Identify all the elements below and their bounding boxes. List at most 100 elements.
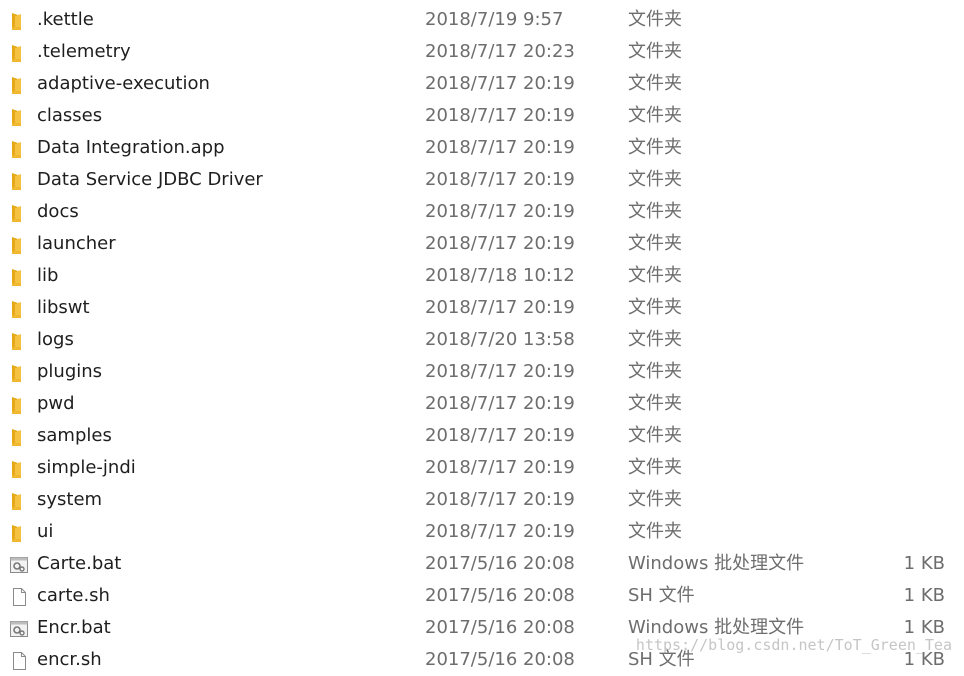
file-name: adaptive-execution: [37, 73, 210, 94]
file-name: .kettle: [37, 9, 94, 30]
folder-icon: [12, 333, 21, 350]
file-modified-date: 2018/7/17 20:19: [425, 137, 575, 158]
file-row[interactable]: Encr.bat 2017/5/16 20:08 Windows 批处理文件 1 KB: [0, 612, 964, 644]
file-name: simple-jndi: [37, 457, 136, 478]
file-modified-date: 2018/7/17 20:19: [425, 297, 575, 318]
file-row[interactable]: adaptive-execution 2018/7/17 20:19 文件夹: [0, 68, 964, 100]
file-type: 文件夹: [628, 329, 682, 350]
file-modified-date: 2018/7/17 20:19: [425, 105, 575, 126]
file-type: 文件夹: [628, 297, 682, 318]
file-type: 文件夹: [628, 393, 682, 414]
file-name: .telemetry: [37, 41, 131, 62]
file-name: docs: [37, 201, 79, 222]
folder-icon: [12, 301, 21, 318]
file-modified-date: 2018/7/19 9:57: [425, 9, 564, 30]
file-row[interactable]: libswt 2018/7/17 20:19 文件夹: [0, 292, 964, 324]
folder-icon: [12, 77, 21, 94]
file-modified-date: 2018/7/18 10:12: [425, 265, 575, 286]
folder-icon: [12, 365, 21, 382]
file-row[interactable]: Data Service JDBC Driver 2018/7/17 20:19 文…: [0, 164, 964, 196]
file-modified-date: 2018/7/17 20:19: [425, 457, 575, 478]
file-name: plugins: [37, 361, 103, 382]
folder-icon: [12, 45, 21, 62]
file-modified-date: 2017/5/16 20:08: [425, 553, 575, 574]
file-name: system: [37, 489, 103, 510]
file-modified-date: 2018/7/17 20:19: [425, 201, 575, 222]
file-name: classes: [37, 105, 103, 126]
file-row[interactable]: simple-jndi 2018/7/17 20:19 文件夹: [0, 452, 964, 484]
folder-icon: [12, 269, 21, 286]
file-size: 1 KB: [903, 649, 945, 670]
folder-icon: [12, 109, 21, 126]
file-modified-date: 2018/7/17 20:19: [425, 361, 575, 382]
file-type: 文件夹: [628, 9, 682, 30]
file-type: 文件夹: [628, 265, 682, 286]
file-modified-date: 2018/7/17 20:19: [425, 393, 575, 414]
file-row[interactable]: plugins 2018/7/17 20:19 文件夹: [0, 356, 964, 388]
file-name: encr.sh: [37, 649, 102, 670]
folder-icon: [12, 13, 21, 30]
file-row[interactable]: system 2018/7/17 20:19 文件夹: [0, 484, 964, 516]
file-row[interactable]: classes 2018/7/17 20:19 文件夹: [0, 100, 964, 132]
folder-icon: [12, 461, 21, 478]
file-type: 文件夹: [628, 521, 682, 542]
file-row[interactable]: Carte.bat 2017/5/16 20:08 Windows 批处理文件 1 K…: [0, 548, 964, 580]
folder-icon: [12, 397, 21, 414]
file-list: .kettle 2018/7/19 9:57 文件夹 .telemetry 2018/7…: [0, 4, 964, 676]
file-type: SH 文件: [628, 585, 695, 606]
folder-icon: [12, 525, 21, 542]
file-modified-date: 2018/7/17 20:23: [425, 41, 575, 62]
file-name: Encr.bat: [37, 617, 111, 638]
file-name: libswt: [37, 297, 90, 318]
file-name: lib: [37, 265, 59, 286]
file-modified-date: 2018/7/17 20:19: [425, 73, 575, 94]
file-row[interactable]: samples 2018/7/17 20:19 文件夹: [0, 420, 964, 452]
file-modified-date: 2018/7/17 20:19: [425, 521, 575, 542]
file-row[interactable]: .telemetry 2018/7/17 20:23 文件夹: [0, 36, 964, 68]
file-type: 文件夹: [628, 169, 682, 190]
file-type: 文件夹: [628, 361, 682, 382]
file-row[interactable]: lib 2018/7/18 10:12 文件夹: [0, 260, 964, 292]
folder-icon: [12, 141, 21, 158]
file-row[interactable]: .kettle 2018/7/19 9:57 文件夹: [0, 4, 964, 36]
file-name: Carte.bat: [37, 553, 122, 574]
file-name: Data Service JDBC Driver: [37, 169, 263, 190]
file-row[interactable]: docs 2018/7/17 20:19 文件夹: [0, 196, 964, 228]
file-row[interactable]: ui 2018/7/17 20:19 文件夹: [0, 516, 964, 548]
file-type: 文件夹: [628, 201, 682, 222]
file-name: samples: [37, 425, 112, 446]
file-name: pwd: [37, 393, 75, 414]
file-row[interactable]: carte.sh 2017/5/16 20:08 SH 文件 1 KB: [0, 580, 964, 612]
file-name: carte.sh: [37, 585, 110, 606]
file-row[interactable]: pwd 2018/7/17 20:19 文件夹: [0, 388, 964, 420]
folder-icon: [12, 493, 21, 510]
blank-file-icon: [13, 588, 26, 606]
file-modified-date: 2017/5/16 20:08: [425, 617, 575, 638]
file-type: 文件夹: [628, 73, 682, 94]
file-type: 文件夹: [628, 137, 682, 158]
file-name: launcher: [37, 233, 116, 254]
file-modified-date: 2017/5/16 20:08: [425, 585, 575, 606]
file-type: 文件夹: [628, 41, 682, 62]
file-row[interactable]: Data Integration.app 2018/7/17 20:19 文件夹: [0, 132, 964, 164]
file-type: 文件夹: [628, 233, 682, 254]
folder-icon: [12, 237, 21, 254]
file-modified-date: 2018/7/17 20:19: [425, 233, 575, 254]
folder-icon: [12, 429, 21, 446]
file-name: ui: [37, 521, 54, 542]
file-size: 1 KB: [903, 617, 945, 638]
file-row[interactable]: launcher 2018/7/17 20:19 文件夹: [0, 228, 964, 260]
file-modified-date: 2018/7/17 20:19: [425, 425, 575, 446]
file-size: 1 KB: [903, 585, 945, 606]
blank-file-icon: [13, 652, 26, 670]
file-size: 1 KB: [903, 553, 945, 574]
file-type: Windows 批处理文件: [628, 553, 805, 574]
file-type: 文件夹: [628, 489, 682, 510]
folder-icon: [12, 205, 21, 222]
file-type: 文件夹: [628, 425, 682, 446]
file-row[interactable]: encr.sh 2017/5/16 20:08 SH 文件 1 KB: [0, 644, 964, 676]
file-modified-date: 2018/7/20 13:58: [425, 329, 575, 350]
file-name: logs: [37, 329, 74, 350]
file-modified-date: 2018/7/17 20:19: [425, 169, 575, 190]
file-row[interactable]: logs 2018/7/20 13:58 文件夹: [0, 324, 964, 356]
